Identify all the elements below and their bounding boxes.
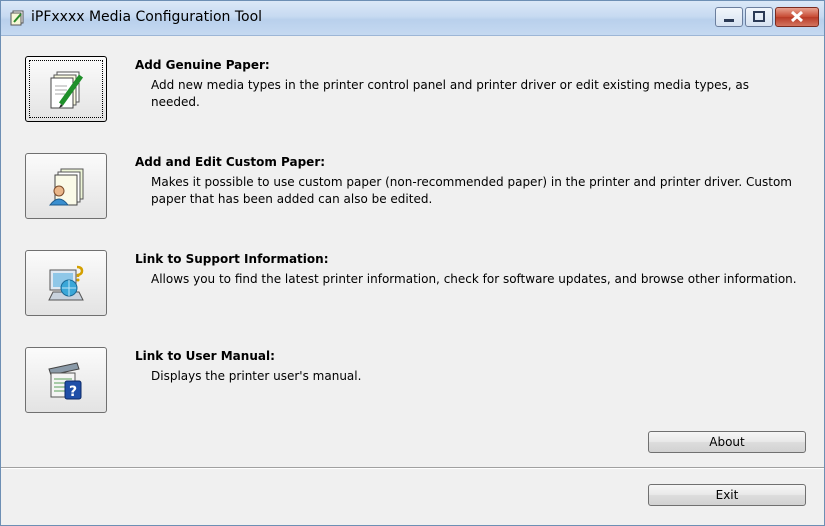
close-button[interactable] (775, 7, 819, 27)
menu-item-link-user-manual: ? Link to User Manual: Displays the prin… (25, 347, 805, 419)
title-bar[interactable]: iPFxxxx Media Configuration Tool (1, 1, 824, 36)
item-title: Add Genuine Paper: (135, 58, 270, 72)
separator (1, 467, 824, 469)
window-title: iPFxxxx Media Configuration Tool (31, 9, 263, 25)
close-icon (790, 10, 804, 23)
item-title: Link to User Manual: (135, 349, 275, 363)
svg-text:?: ? (69, 384, 77, 400)
item-description: Add new media types in the printer contr… (151, 78, 750, 109)
link-user-manual-button[interactable]: ? (25, 347, 107, 413)
add-genuine-paper-button[interactable] (25, 56, 107, 122)
paper-pen-icon (50, 71, 84, 109)
menu-item-add-edit-custom-paper: Add and Edit Custom Paper: Makes it poss… (25, 153, 805, 225)
item-description: Displays the printer user's manual. (151, 369, 362, 383)
item-title: Link to Support Information: (135, 252, 329, 266)
item-description: Allows you to find the latest printer in… (151, 272, 797, 286)
link-support-info-button[interactable] (25, 250, 107, 316)
item-description: Makes it possible to use custom paper (n… (151, 175, 792, 206)
main-window: iPFxxxx Media Configuration Tool Add Gen… (0, 0, 825, 526)
minimize-icon (724, 19, 734, 22)
manual-help-icon: ? (48, 362, 82, 400)
maximize-icon (753, 11, 765, 22)
app-icon (10, 10, 24, 26)
exit-button[interactable]: Exit (648, 484, 806, 506)
add-edit-custom-paper-button[interactable] (25, 153, 107, 219)
about-button[interactable]: About (648, 431, 806, 453)
item-title: Add and Edit Custom Paper: (135, 155, 326, 169)
menu-item-add-genuine-paper: Add Genuine Paper: Add new media types i… (25, 56, 805, 128)
menu-item-link-support-info: Link to Support Information: Allows you … (25, 250, 805, 322)
paper-user-icon (48, 168, 84, 206)
support-globe-icon (48, 265, 84, 301)
minimize-button[interactable] (715, 7, 743, 27)
maximize-button[interactable] (745, 7, 773, 27)
